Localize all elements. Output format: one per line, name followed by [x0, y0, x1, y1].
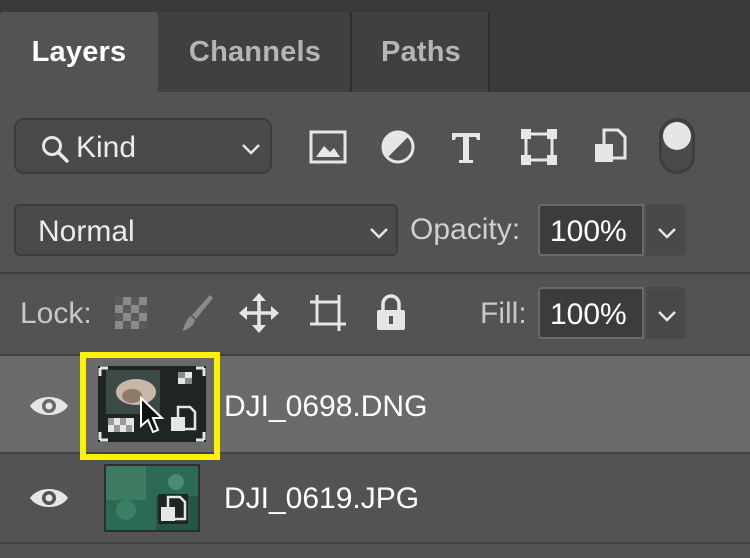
- lock-artboard-icon[interactable]: [305, 290, 351, 336]
- filter-kind-select[interactable]: Kind: [14, 118, 272, 174]
- smart-object-filter-icon[interactable]: [588, 124, 634, 170]
- layer-row[interactable]: DJI_0619.JPG: [0, 454, 750, 542]
- tab-layers-label: Layers: [31, 35, 127, 68]
- tab-channels-label: Channels: [188, 35, 322, 68]
- chevron-down-icon: [370, 228, 388, 239]
- panel-tab-bar: Layers Channels Paths: [0, 0, 750, 92]
- lock-label: Lock:: [20, 297, 92, 330]
- highlight-box: [80, 352, 220, 460]
- layer-thumbnail[interactable]: [104, 464, 200, 532]
- opacity-field[interactable]: 100%: [538, 204, 644, 256]
- tab-layers[interactable]: Layers: [0, 12, 158, 92]
- filter-toggle-switch[interactable]: [659, 118, 695, 174]
- tab-channels[interactable]: Channels: [158, 12, 352, 92]
- filter-kind-label: Kind: [76, 131, 137, 164]
- lock-transparent-pixels-icon[interactable]: [108, 290, 154, 336]
- chevron-down-icon: [242, 144, 260, 155]
- divider: [0, 272, 750, 274]
- lock-all-icon[interactable]: [368, 290, 414, 336]
- opacity-value: 100%: [550, 215, 627, 248]
- chevron-down-icon: [658, 228, 676, 239]
- shape-filter-icon[interactable]: [516, 124, 562, 170]
- search-icon: [42, 136, 69, 163]
- layer-name[interactable]: DJI_0698.DNG: [224, 390, 427, 424]
- blend-mode-label: Normal: [38, 215, 135, 248]
- layers-panel: Layers Channels Paths Kind Normal Opacit…: [0, 0, 750, 558]
- fill-value: 100%: [550, 298, 627, 331]
- opacity-dropdown-button[interactable]: [646, 204, 686, 256]
- opacity-label: Opacity:: [410, 213, 521, 246]
- fill-dropdown-button[interactable]: [646, 287, 686, 339]
- adjustment-filter-icon[interactable]: [375, 124, 421, 170]
- tab-paths[interactable]: Paths: [352, 12, 490, 92]
- lock-image-pixels-brush-icon[interactable]: [174, 290, 220, 336]
- chevron-down-icon: [658, 311, 676, 322]
- fill-field[interactable]: 100%: [538, 287, 644, 339]
- smart-object-badge-icon: [158, 494, 188, 524]
- image-filter-icon[interactable]: [305, 124, 351, 170]
- type-filter-icon[interactable]: [443, 124, 489, 170]
- lock-position-move-icon[interactable]: [236, 290, 282, 336]
- fill-label: Fill:: [480, 297, 527, 330]
- tab-paths-label: Paths: [381, 35, 461, 68]
- layer-name[interactable]: DJI_0619.JPG: [224, 482, 419, 516]
- eye-visibility-icon[interactable]: [28, 484, 70, 512]
- eye-visibility-icon[interactable]: [28, 392, 70, 420]
- tab-separator: [488, 12, 490, 92]
- blend-mode-select[interactable]: Normal: [14, 204, 398, 256]
- toggle-knob: [663, 122, 691, 150]
- divider: [0, 542, 750, 544]
